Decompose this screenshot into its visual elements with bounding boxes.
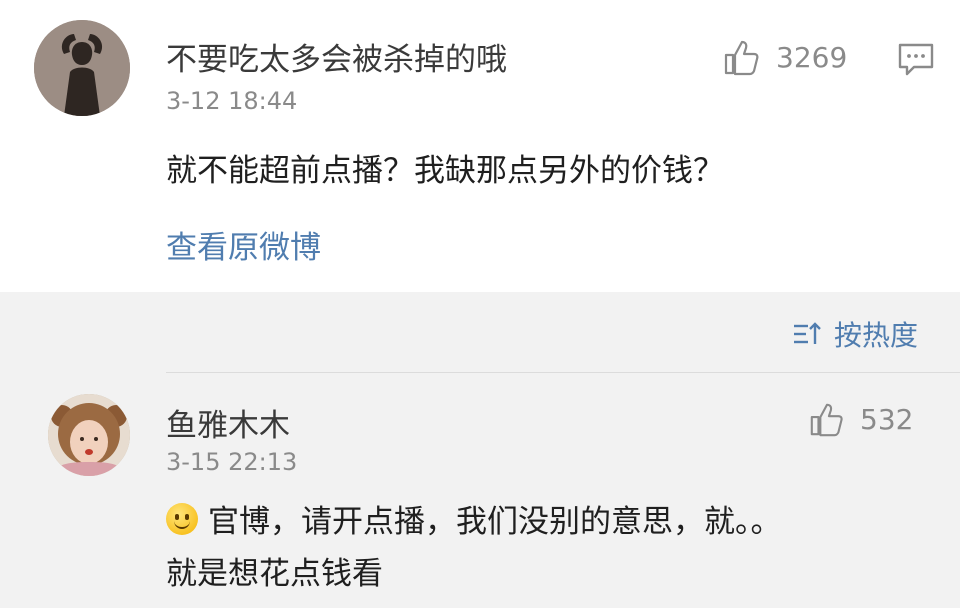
sort-label: 按热度 bbox=[834, 319, 919, 352]
comment-text: 官博，请开点播，我们没别的意思，就。。 bbox=[208, 504, 782, 540]
comment-author-name[interactable]: 不要吃太多会被杀掉的哦 bbox=[166, 34, 507, 79]
avatar-silhouette-image bbox=[34, 20, 130, 116]
comment-text: 就不能超前点播？我缺那点另外的价钱？ bbox=[166, 153, 724, 189]
comment-author-name[interactable]: 鱼雅木木 bbox=[166, 400, 290, 445]
avatar-bear-hat-image bbox=[48, 394, 130, 476]
comment-icon bbox=[898, 43, 934, 76]
comment-timestamp: 3-15 22:13 bbox=[166, 448, 298, 476]
sort-icon bbox=[794, 322, 821, 344]
like-button[interactable]: 532 bbox=[808, 400, 913, 438]
comment-text-line-1: 官博，请开点播，我们没别的意思，就。。 bbox=[166, 496, 782, 541]
thumbs-up-icon bbox=[724, 40, 759, 76]
thumbs-up-icon bbox=[810, 403, 843, 437]
reply-button[interactable] bbox=[896, 40, 936, 82]
smile-emoji-icon bbox=[166, 502, 198, 535]
avatar[interactable] bbox=[48, 394, 130, 476]
avatar[interactable] bbox=[34, 20, 130, 116]
like-count: 3269 bbox=[776, 40, 848, 74]
like-count: 532 bbox=[860, 402, 914, 436]
sort-by-popularity-button[interactable]: 按热度 bbox=[792, 314, 918, 354]
like-button[interactable]: 3269 bbox=[722, 37, 847, 77]
divider bbox=[166, 372, 960, 373]
view-original-post-link[interactable]: 查看原微博 bbox=[166, 222, 321, 267]
comment-timestamp: 3-12 18:44 bbox=[166, 87, 298, 115]
comment-text-line-2: 就是想花点钱看 bbox=[166, 556, 383, 592]
